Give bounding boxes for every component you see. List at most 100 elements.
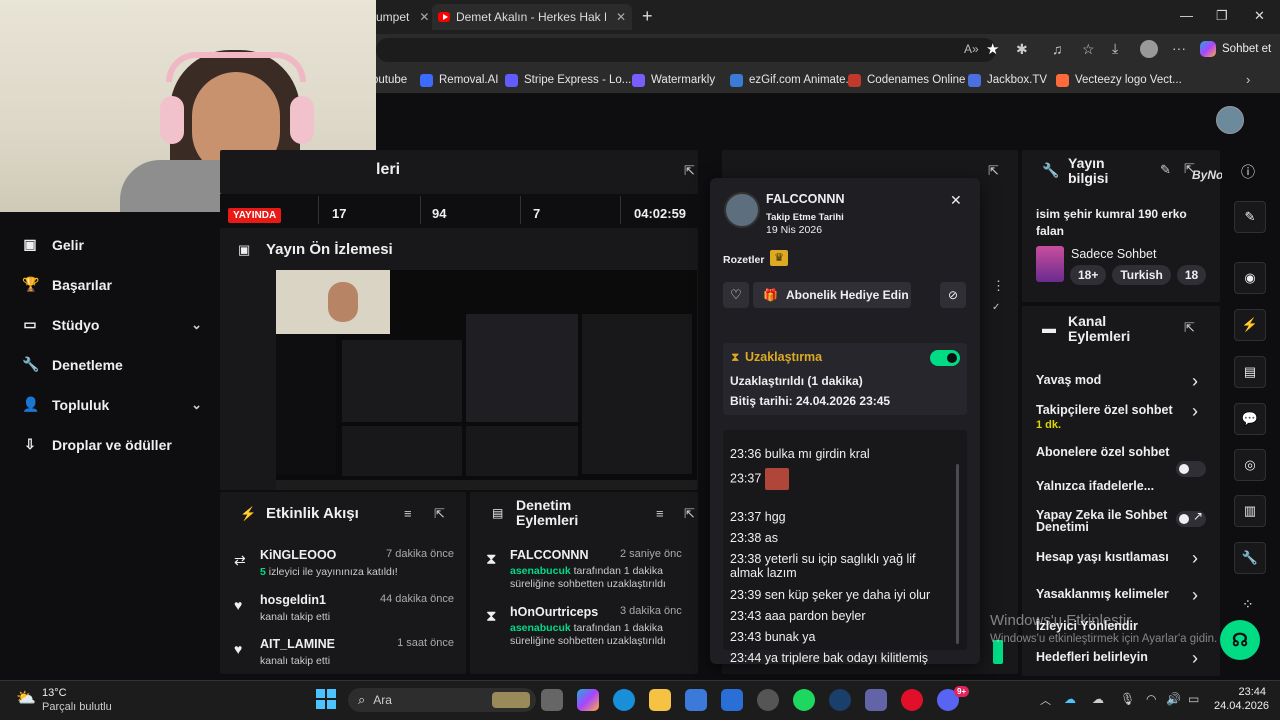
favorite-star-icon[interactable]: ★ [986,40,999,58]
file-explorer-icon[interactable] [649,689,671,711]
bookmark-item[interactable]: Watermarkly [632,70,715,90]
extension-icon[interactable]: ✱ [1016,41,1028,58]
taskbar-search[interactable]: ⌕ Ara [348,688,536,712]
chevron-right-icon[interactable]: › [1192,548,1198,569]
bolt-icon[interactable]: ⚡ [1234,309,1266,341]
close-icon[interactable]: ✕ [616,10,626,24]
bookmark-item[interactable]: Stripe Express - Lo... [505,70,631,90]
camera-icon[interactable]: ◉ [1234,262,1266,294]
edge-icon[interactable] [613,689,635,711]
activity-name[interactable]: hosgeldin1 [260,593,326,607]
battery-icon[interactable]: ▭ [1188,692,1199,706]
bookmark-item[interactable]: Jackbox.TV [968,70,1047,90]
mute-icon[interactable]: ⊘ [940,282,966,308]
minimize-icon[interactable]: — [1180,8,1193,23]
bookmark-item[interactable]: Vecteezy logo Vect... [1056,70,1182,90]
moderation-name[interactable]: FALCCONNN [510,548,588,562]
apps-icon[interactable]: ⁘ [1242,596,1254,613]
channel-action-label[interactable]: Hedefleri belirleyin [1036,651,1178,664]
layout-icon[interactable]: ▥ [1234,495,1266,527]
popout-icon[interactable]: ⇱ [434,506,445,522]
channel-action-toggle[interactable] [1176,461,1206,477]
sidebar-item[interactable]: ⇩ Droplar ve ödüller [22,436,202,453]
chevron-right-icon[interactable]: › [1246,72,1250,87]
more-vertical-icon[interactable]: ⋮ [992,278,1005,294]
mail-icon[interactable] [721,689,743,711]
opera-icon[interactable] [901,689,923,711]
external-link-icon[interactable]: ↗ [1193,509,1203,523]
heart-icon[interactable]: ♡ [723,282,749,308]
sidebar-item[interactable]: ▭ Stüdyo ⌄ [22,316,202,333]
favorites-icon[interactable]: ☆ [1082,41,1095,58]
new-tab-button[interactable]: + [642,6,653,27]
edit-icon[interactable]: ✎ [1160,162,1171,178]
spotify-icon[interactable] [793,689,815,711]
wrench-icon[interactable]: 🔧 [1234,542,1266,574]
channel-action-label[interactable]: Abonelere özel sohbet [1036,446,1178,459]
chevron-down-icon[interactable]: ⌄ [191,317,202,333]
sidebar-item[interactable]: 👤 Topluluk ⌄ [22,396,202,413]
user-avatar[interactable] [1216,106,1244,134]
more-icon[interactable]: ··· [1172,40,1186,56]
store-icon[interactable] [685,689,707,711]
close-icon[interactable]: ✕ [950,192,962,209]
chevron-right-icon[interactable]: › [1192,401,1198,422]
mic-icon[interactable]: 🎙 [1120,692,1135,706]
download-icon[interactable]: ⤓ [1112,40,1118,57]
tag[interactable]: Turkish [1112,265,1171,285]
popout-icon[interactable]: ⇱ [684,506,695,522]
browser-tab[interactable]: umpet ✕ [370,4,435,30]
volume-icon[interactable]: 🔊 [1166,692,1181,706]
media-icon[interactable]: ♫ [1052,41,1063,57]
channel-action-label[interactable]: Yasaklanmış kelimeler [1036,588,1178,601]
broadcast-icon[interactable]: ◎ [1234,449,1266,481]
sidebar-item[interactable]: 🏆 Başarılar [22,276,202,293]
obs-icon[interactable] [757,689,779,711]
cloud-icon[interactable]: ☁ [1092,692,1104,706]
channel-action-label[interactable]: Hesap yaşı kısıtlaması [1036,551,1178,564]
close-window-icon[interactable]: ✕ [1254,8,1265,24]
address-input[interactable] [376,38,996,62]
chevron-right-icon[interactable]: › [1192,371,1198,392]
maximize-icon[interactable]: ❐ [1216,8,1228,24]
gift-sub-button[interactable]: 🎁 Abonelik Hediye Edin [753,282,911,308]
document-icon[interactable]: ▤ [1234,356,1266,388]
chat-icon[interactable]: 💬 [1234,403,1266,435]
filter-icon[interactable]: ≡ [404,506,412,521]
bookmark-item[interactable]: outube [372,70,407,90]
tag[interactable]: 18 [1176,265,1207,285]
moderation-actor[interactable]: asenabucuk [510,565,571,577]
wifi-icon[interactable]: ◠ [1146,692,1156,706]
close-icon[interactable]: ✕ [419,10,429,24]
channel-action-label[interactable]: Yapay Zeka ile Sohbet Denetimi [1036,509,1178,534]
timeout-toggle[interactable] [930,350,960,366]
popout-icon[interactable]: ⇱ [684,163,695,179]
chevron-down-icon[interactable]: ✓ [992,302,1000,313]
popout-icon[interactable]: ⇱ [1184,320,1195,336]
channel-action-label[interactable]: Yavaş mod [1036,374,1178,387]
chevron-up-icon[interactable]: ︿ [1040,692,1051,708]
activity-name[interactable]: AIT_LAMINE [260,637,335,651]
task-view-icon[interactable] [541,689,563,711]
chevron-right-icon[interactable]: › [1192,648,1198,669]
windows-start-icon[interactable] [316,689,336,709]
edit-icon[interactable]: ✎ [1234,201,1266,233]
chevron-down-icon[interactable]: ⌄ [191,397,202,413]
chevron-right-icon[interactable]: › [1192,585,1198,606]
moderation-name[interactable]: hOnOurtriceps [510,605,598,619]
profile-icon[interactable] [1140,40,1158,58]
moderation-actor[interactable]: asenabucuk [510,622,571,634]
copilot-chat-button[interactable]: Sohbet et [1200,41,1271,57]
popout-icon[interactable]: ⇱ [988,163,999,179]
browser-tab-active[interactable]: Demet Akalın - Herkes Hak Ettiği C✕ [432,4,632,30]
bookmark-item[interactable]: Codenames Online [848,70,965,90]
scrollbar[interactable] [956,464,959,644]
tag[interactable]: 18+ [1070,265,1107,285]
channel-action-label[interactable]: Yalnızca ifadelerle... [1036,480,1178,493]
support-icon[interactable]: ☊ [1220,620,1260,660]
read-aloud-icon[interactable]: A» [964,42,979,56]
steam-icon[interactable] [829,689,851,711]
bookmark-item[interactable]: Removal.AI [420,70,498,90]
bookmark-item[interactable]: ezGif.com Animate... [730,70,855,90]
clock[interactable]: 23:44 24.04.2026 [1214,686,1269,712]
